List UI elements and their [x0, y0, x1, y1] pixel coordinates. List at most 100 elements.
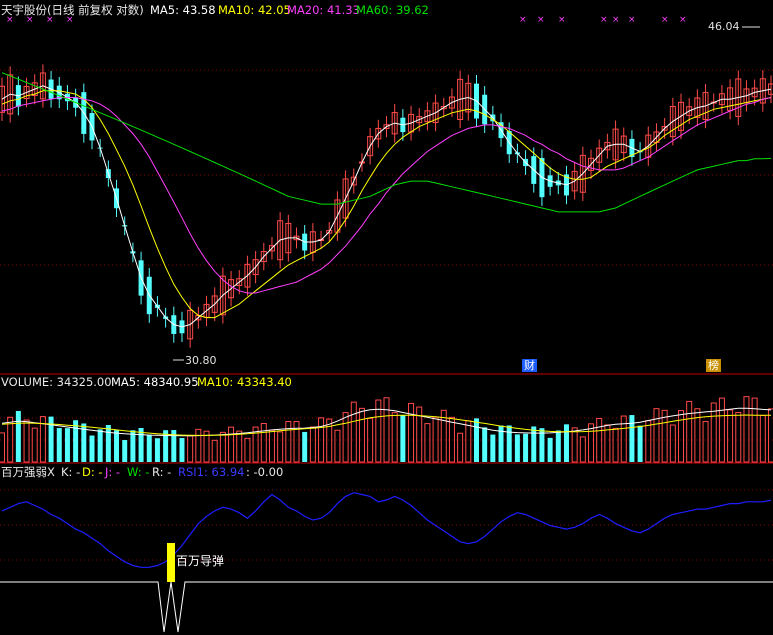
grid-lines [0, 69, 773, 561]
volume-bar-up [211, 439, 218, 463]
event-tag-ranking[interactable]: 榜 [706, 359, 721, 372]
volume-ma5-legend: MA5: 48340.95 [111, 375, 199, 389]
volume-bar-up [285, 421, 292, 463]
volume-bar-up [465, 420, 472, 463]
volume-bar-down [514, 434, 520, 462]
indicator-d: D: - [82, 465, 103, 479]
volume-bar-up [653, 408, 660, 463]
volume-bar-down [89, 435, 95, 462]
volume-bar-up [702, 420, 709, 463]
volume-bar-up [457, 432, 464, 463]
volume-bar-up [571, 427, 578, 463]
signal-label: 百万导弹 [176, 554, 225, 568]
volume-bar-down [400, 415, 406, 462]
volume-bar-down [555, 430, 561, 462]
volume-bar-up [23, 419, 30, 463]
volume-bar-down [15, 410, 21, 462]
volume-panel [0, 396, 773, 463]
volume-bar-up [391, 412, 398, 463]
stock-chart: × × × × × × × × × × × × [0, 15, 773, 633]
volume-bar-down [506, 425, 512, 462]
indicator-j: J: - [105, 465, 121, 479]
top-marker: × [661, 15, 669, 25]
indicator-k: K: - [61, 465, 81, 479]
volume-bar-down [473, 418, 479, 462]
volume-bar-up [612, 427, 619, 463]
volume-bar-up [342, 412, 349, 463]
high-price-label: 46.04 [708, 20, 740, 33]
price-panel: × × × × × × × × × × × × [0, 15, 773, 361]
volume-bar-up [448, 416, 455, 463]
volume-bar-up [228, 426, 235, 463]
indicator-r: R: - [152, 465, 172, 479]
volume-bar-up [751, 397, 758, 463]
top-marker: × [628, 15, 636, 25]
volume-bar-up [383, 397, 390, 463]
volume-bar-up [244, 437, 251, 463]
ma60-legend: MA60: 39.62 [356, 3, 429, 17]
indicator-rsi: RSI1: 63.94 [178, 465, 245, 479]
volume-legend: VOLUME: 34325.00 [1, 375, 112, 389]
volume-bar-down [637, 425, 643, 462]
volume-bar-up [669, 424, 676, 463]
indicator-extra: : -0.00 [246, 465, 284, 479]
volume-bar-down [48, 416, 54, 462]
top-marker: × [612, 15, 620, 25]
volume-bar-down [482, 427, 488, 462]
volume-bar-up [686, 400, 693, 463]
volume-bar-up [293, 421, 300, 463]
ma20-legend: MA20: 41.33 [287, 3, 360, 17]
volume-bar-down [629, 415, 635, 462]
volume-bar-up [408, 402, 415, 463]
volume-bar-down [138, 428, 144, 462]
volume-bar-up [326, 418, 333, 463]
volume-bar-up [579, 436, 586, 463]
volume-bar-up [236, 430, 243, 463]
volume-bar-down [114, 430, 120, 462]
volume-bar-up [219, 431, 226, 463]
volume-bar-down [154, 438, 160, 462]
volume-bar-down [130, 430, 136, 462]
volume-bar-down [547, 437, 553, 462]
event-tag-finance[interactable]: 财 [522, 359, 537, 372]
volume-bar-up [350, 401, 357, 463]
volume-bar-up [678, 410, 685, 463]
volume-bar-down [105, 425, 111, 462]
volume-bar-up [694, 408, 701, 463]
top-marker: × [558, 15, 566, 25]
volume-bar-up [358, 407, 365, 463]
ma10-legend: MA10: 42.05 [218, 3, 291, 17]
volume-bar-up [309, 426, 316, 463]
volume-bar-down [490, 434, 496, 462]
low-price-label: 30.80 [185, 354, 217, 367]
volume-bar-down [146, 434, 152, 462]
signal-bar [167, 543, 175, 582]
indicator-name: 百万强弱X [1, 465, 55, 479]
volume-bar-up [260, 422, 267, 463]
volume-bar-down [64, 428, 70, 462]
top-marker: × [537, 15, 545, 25]
indicator-w: W: - [127, 465, 150, 479]
volume-bar-up [759, 415, 766, 463]
top-marker: × [519, 15, 527, 25]
top-marker: × [679, 15, 687, 25]
volume-bar-down [523, 433, 529, 462]
volume-bar-up [718, 397, 725, 463]
rsi-line [1, 492, 772, 568]
volume-bar-up [195, 428, 202, 463]
volume-bar-up [768, 408, 773, 463]
top-marker: × [600, 15, 608, 25]
volume-bar-down [179, 437, 185, 462]
volume-bar-up [31, 427, 38, 463]
volume-bar-down [302, 431, 308, 462]
volume-bar-up [277, 431, 284, 463]
volume-bar-up [424, 423, 431, 463]
volume-bar-down [122, 440, 128, 462]
volume-bar-up [432, 416, 439, 463]
volume-bar-down [56, 428, 62, 462]
volume-ma10-legend: MA10: 43343.40 [197, 375, 292, 389]
volume-bar-up [710, 402, 717, 463]
chart-title: 天宇股份(日线 前复权 对数) [1, 3, 144, 17]
volume-bar-up [588, 423, 595, 463]
volume-bar-down [531, 426, 537, 462]
